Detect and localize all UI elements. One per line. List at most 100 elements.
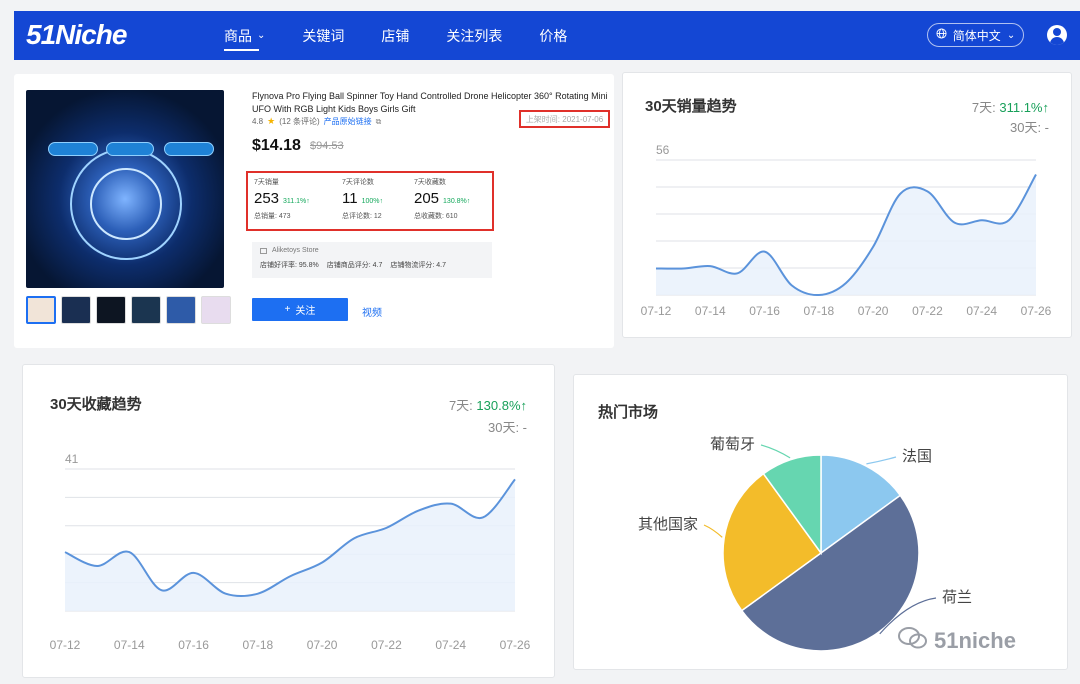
slice-label: 其他国家 (638, 516, 698, 533)
x-tick-label: 07-20 (858, 304, 889, 318)
store-product-score: 店铺商品评分: 4.7 (326, 262, 383, 269)
nav-item-stores[interactable]: 店铺 (381, 11, 409, 60)
chevron-down-icon: ⌄ (1006, 29, 1016, 41)
x-tick-label: 07-26 (1021, 304, 1052, 318)
follow-label: 关注 (295, 306, 316, 317)
store-icon (260, 247, 267, 254)
launch-date: 上架时间: 2021-07-06 (519, 110, 610, 128)
change-7d-value: 130.8%↑ (476, 398, 527, 413)
rating-value: 4.8 (252, 117, 264, 126)
x-tick-label: 07-18 (243, 638, 274, 652)
store-logistics-score: 店铺物流评分: 4.7 (390, 262, 446, 269)
x-tick-label: 07-14 (695, 304, 726, 318)
x-tick-label: 07-22 (371, 638, 402, 652)
image-callout (164, 142, 214, 156)
leader-line (760, 444, 791, 459)
x-tick-label: 07-14 (114, 638, 145, 652)
x-tick-label: 07-12 (641, 304, 672, 318)
review-count: (12 条评论) (279, 117, 320, 126)
area-fill (656, 174, 1036, 296)
nav-item-keywords[interactable]: 关键词 (302, 11, 344, 60)
change-7d-prefix: 7天: (971, 100, 996, 115)
favorites-line-chart: 41 07-12 07-14 07-16 07-18 07-20 07-22 07-24 07-… (50, 452, 531, 652)
thumbnail[interactable] (26, 296, 56, 324)
source-link[interactable]: 产品原始链接 (324, 116, 372, 127)
nav-item-price[interactable]: 价格 (539, 11, 567, 60)
store-info: Aliketoys Store 店铺好评率: 95.8% 店铺商品评分: 4.7… (252, 242, 492, 278)
watermark-text: 51niche (934, 628, 1016, 653)
sales-line-chart: 56 07-12 07-14 07-16 07-18 07-20 07-22 07-24 07-… (641, 143, 1052, 318)
stat-label: 7天销量 (254, 179, 279, 186)
card-title: 30天销量趋势 (645, 98, 737, 115)
watermark: 51niche (898, 626, 1016, 656)
image-callout (48, 142, 98, 156)
stat-value: 253 (254, 190, 280, 207)
user-avatar-icon[interactable] (1047, 25, 1067, 45)
stats-box: 7天销量 253 311.1%↑ 总销量: 473 7天评论数 11 100%↑ 总… (246, 171, 494, 231)
star-icon: ★ (267, 116, 276, 126)
stat-change: 311.1%↑ (283, 198, 310, 205)
x-tick-label: 07-26 (500, 638, 531, 652)
plus-icon: + (284, 304, 291, 315)
x-tick-label: 07-24 (966, 304, 997, 318)
language-selector[interactable]: 简体中文 ⌄ (927, 23, 1024, 47)
product-card: Flynova Pro Flying Ball Spinner Toy Hand… (14, 74, 614, 348)
stat-value: 205 (414, 190, 440, 207)
stat-label: 7天评论数 (342, 179, 374, 186)
stat-sales: 7天销量 253 311.1%↑ 总销量: 473 (254, 177, 310, 221)
nav-item-label: 商品 (224, 27, 252, 44)
current-price: $14.18 (252, 137, 301, 154)
x-tick-label: 07-12 (50, 638, 81, 652)
external-link-icon[interactable]: ⧉ (376, 117, 382, 127)
favorites-trend-card: 30天收藏趋势 7天: 130.8%↑ 30天: - 41 07-12 07-14 0… (22, 364, 555, 678)
thumbnail[interactable] (166, 296, 196, 324)
stat-total: 总销量: 473 (254, 213, 291, 220)
stat-label: 7天收藏数 (414, 179, 446, 186)
change-7d-prefix: 7天: (448, 398, 473, 413)
logo[interactable]: 51Niche (26, 19, 127, 51)
slice-label: 葡萄牙 (710, 436, 755, 453)
change-7d-value: 311.1%↑ (999, 100, 1049, 115)
nav-menu: 商品 ⌄ 关键词 店铺 关注列表 价格 (224, 11, 604, 60)
y-tick-label: 56 (656, 143, 670, 157)
change-30d: 30天: - (1009, 120, 1049, 135)
nav-item-label: 关键词 (302, 27, 345, 44)
stat-reviews: 7天评论数 11 100%↑ 总评论数: 12 (342, 177, 383, 221)
stat-favorites: 7天收藏数 205 130.8%↑ 总收藏数: 610 (414, 177, 470, 221)
nav-item-watchlist[interactable]: 关注列表 (446, 11, 502, 60)
change-7d: 7天: 311.1%↑ (972, 97, 1049, 116)
ring-shape (90, 168, 162, 240)
store-name[interactable]: Aliketoys Store (272, 247, 319, 254)
globe-icon (936, 28, 947, 42)
slice-label: 荷兰 (942, 589, 972, 606)
stat-total: 总收藏数: 610 (414, 213, 458, 220)
slice-label: 法国 (902, 448, 932, 465)
store-positive-rate: 店铺好评率: 95.8% (260, 262, 319, 269)
x-tick-label: 07-20 (307, 638, 338, 652)
nav-item-products[interactable]: 商品 ⌄ (224, 11, 265, 60)
thumbnail[interactable] (96, 296, 126, 324)
video-link[interactable]: 视频 (362, 304, 382, 319)
top-nav-bar: 51Niche 商品 ⌄ 关键词 店铺 关注列表 价格 简体中文 ⌄ (14, 11, 1080, 60)
nav-item-label: 关注列表 (446, 27, 503, 44)
thumbnail[interactable] (61, 296, 91, 324)
stat-change: 100%↑ (361, 198, 383, 205)
x-tick-label: 07-22 (912, 304, 943, 318)
follow-button[interactable]: + 关注 (252, 298, 348, 321)
x-tick-label: 07-24 (435, 638, 466, 652)
leader-line (866, 456, 897, 465)
area-fill (65, 479, 515, 611)
x-tick-label: 07-16 (178, 638, 209, 652)
thumbnail-strip (26, 296, 231, 324)
stat-change: 130.8%↑ (443, 198, 471, 205)
original-price: $94.53 (310, 140, 344, 152)
leader-line (703, 524, 723, 538)
rating-row: 4.8 ★ (12 条评论) 产品原始链接 ⧉ (252, 116, 381, 127)
nav-item-label: 价格 (539, 27, 568, 44)
change-30d: 30天: - (487, 420, 527, 435)
thumbnail[interactable] (131, 296, 161, 324)
chevron-down-icon: ⌄ (257, 30, 266, 41)
stat-value: 11 (342, 190, 358, 207)
thumbnail[interactable] (201, 296, 231, 324)
product-main-image[interactable] (26, 90, 224, 288)
